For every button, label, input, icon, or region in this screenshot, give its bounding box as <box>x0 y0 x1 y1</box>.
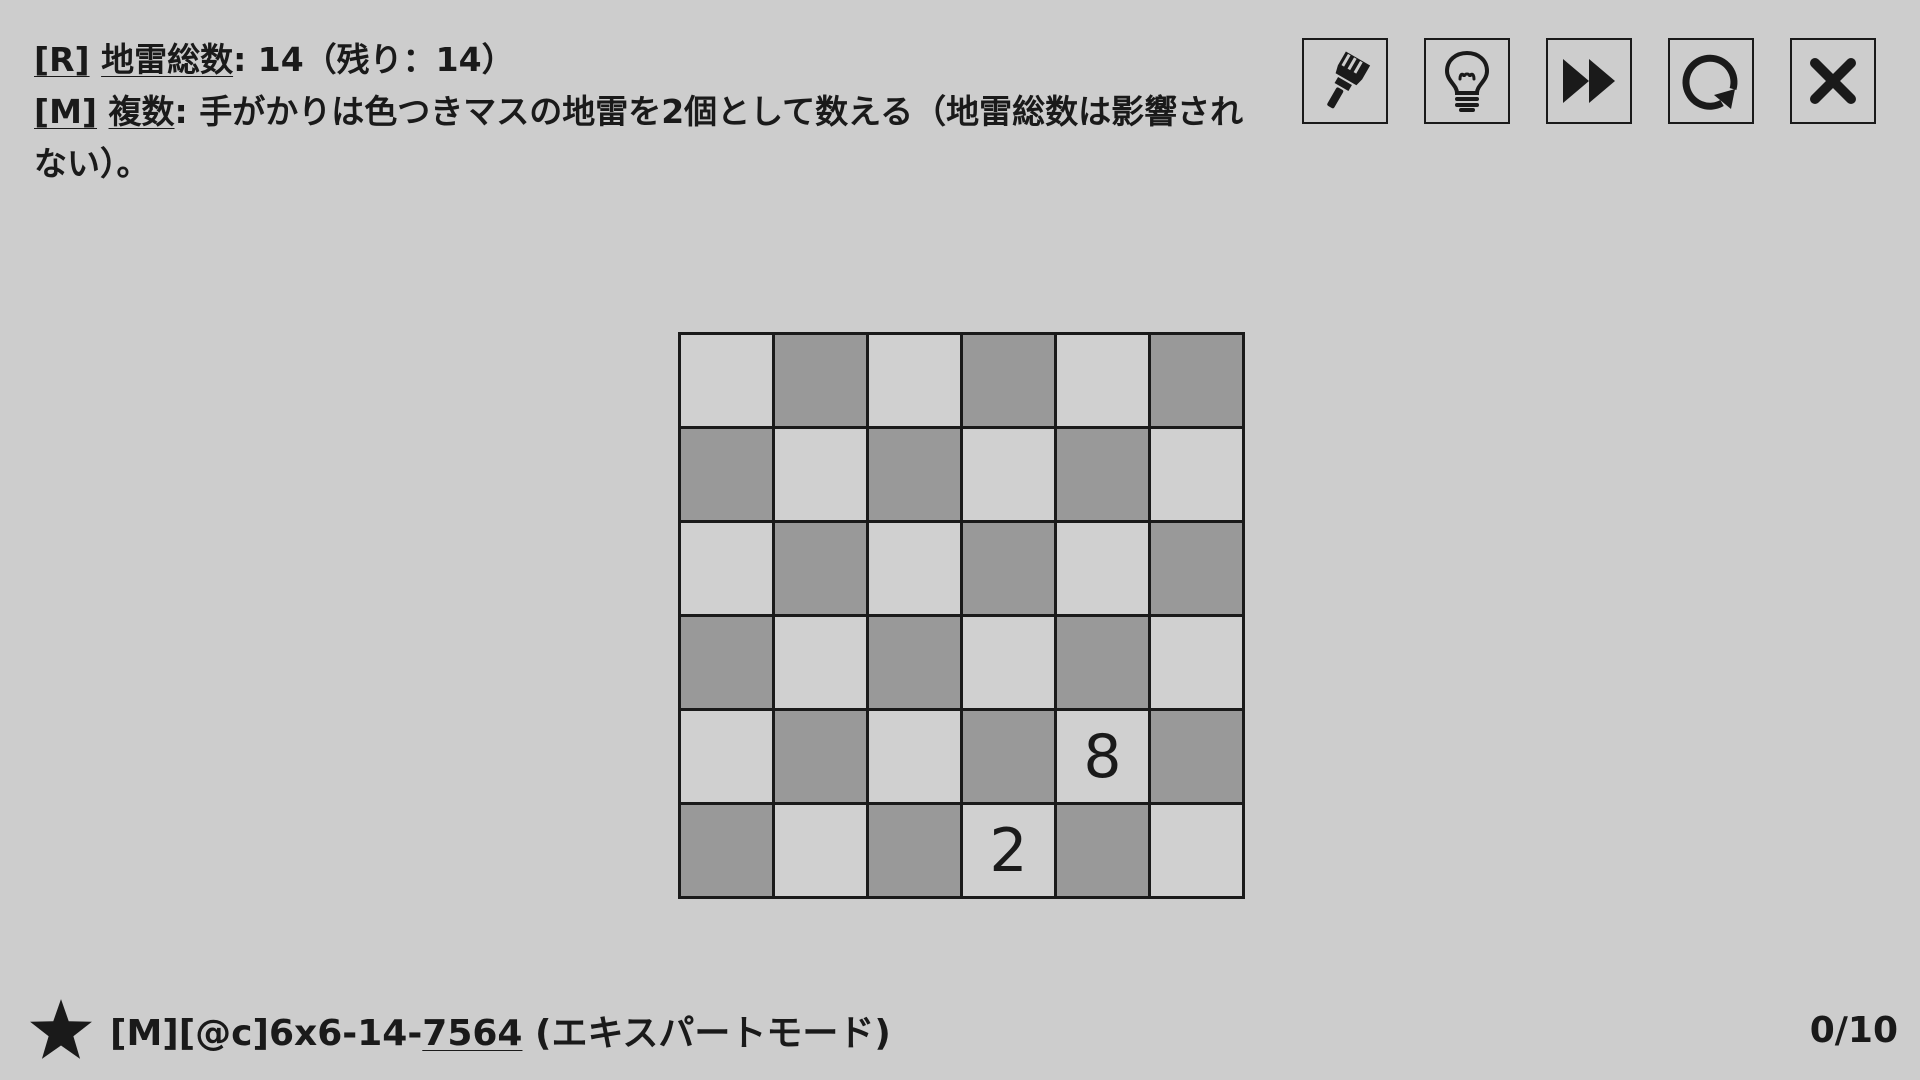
rule-multiple: [M] 複数: 手がかりは色つきマスの地雷を2個として数える（地雷総数は影響され… <box>34 86 1264 190</box>
board-cell-r1-c2[interactable] <box>775 335 869 429</box>
puzzle-number: 7564 <box>422 1013 523 1054</box>
rule-total-mines: [R] 地雷総数: 14（残り：14） <box>34 34 1264 86</box>
board-cell-r1-c6[interactable] <box>1151 335 1245 429</box>
close-icon <box>1810 58 1856 104</box>
board-cell-r6-c5[interactable] <box>1057 805 1151 899</box>
rule-total-mines-text: : 14（残り：14） <box>233 40 515 79</box>
board-cell-r4-c6[interactable] <box>1151 617 1245 711</box>
star-icon[interactable] <box>28 997 94 1063</box>
puzzle-prefix: [M][@c]6x6-14- <box>110 1013 423 1054</box>
close-button[interactable] <box>1790 38 1876 124</box>
board-cell-r1-c5[interactable] <box>1057 335 1151 429</box>
puzzle-id: [M][@c]6x6-14-7564 (エキスパートモード) <box>110 1004 1810 1056</box>
board-cell-r2-c1[interactable] <box>681 429 775 523</box>
board-cell-r4-c4[interactable] <box>963 617 1057 711</box>
board-cell-r3-c2[interactable] <box>775 523 869 617</box>
rule-total-mines-term: 地雷総数 <box>101 40 234 79</box>
board-cell-r6-c2[interactable] <box>775 805 869 899</box>
board-cell-r5-c4[interactable] <box>963 711 1057 805</box>
board-cell-r6-c6[interactable] <box>1151 805 1245 899</box>
rules-panel: [R] 地雷総数: 14（残り：14） [M] 複数: 手がかりは色つきマスの地… <box>34 34 1264 190</box>
rule-multiple-term: 複数 <box>108 92 175 131</box>
board-cell-r2-c6[interactable] <box>1151 429 1245 523</box>
rule-multiple-prefix: [M] <box>34 92 98 131</box>
board-cell-r5-c6[interactable] <box>1151 711 1245 805</box>
board-cell-r3-c3[interactable] <box>869 523 963 617</box>
board-cell-r3-c1[interactable] <box>681 523 775 617</box>
board-cell-r4-c2[interactable] <box>775 617 869 711</box>
board-cell-r6-c4[interactable]: 2 <box>963 805 1057 899</box>
board-cell-r2-c5[interactable] <box>1057 429 1151 523</box>
board-cell-r3-c6[interactable] <box>1151 523 1245 617</box>
board-cell-r2-c2[interactable] <box>775 429 869 523</box>
board-cell-r2-c4[interactable] <box>963 429 1057 523</box>
board-cell-r6-c1[interactable] <box>681 805 775 899</box>
board-cell-r5-c2[interactable] <box>775 711 869 805</box>
skip-button[interactable] <box>1546 38 1632 124</box>
board-cell-r5-c5[interactable]: 8 <box>1057 711 1151 805</box>
board-cell-r5-c3[interactable] <box>869 711 963 805</box>
refresh-icon <box>1682 54 1738 110</box>
footer: [M][@c]6x6-14-7564 (エキスパートモード) 0/10 <box>28 990 1898 1070</box>
brush-button[interactable] <box>1302 38 1388 124</box>
board-cell-r5-c1[interactable] <box>681 711 775 805</box>
board-cell-r2-c3[interactable] <box>869 429 963 523</box>
board-cell-r1-c4[interactable] <box>963 335 1057 429</box>
fast-forward-icon <box>1563 59 1615 103</box>
hint-button[interactable] <box>1424 38 1510 124</box>
board-cell-r3-c4[interactable] <box>963 523 1057 617</box>
progress-counter: 0/10 <box>1809 1009 1898 1051</box>
board-cell-r3-c5[interactable] <box>1057 523 1151 617</box>
board-cell-r4-c3[interactable] <box>869 617 963 711</box>
board-cell-r4-c1[interactable] <box>681 617 775 711</box>
rule-total-mines-prefix: [R] <box>34 40 90 79</box>
toolbar <box>1302 38 1876 124</box>
board-cell-r4-c5[interactable] <box>1057 617 1151 711</box>
reset-button[interactable] <box>1668 38 1754 124</box>
puzzle-mode: (エキスパートモード) <box>522 1013 891 1054</box>
lightbulb-icon <box>1444 50 1490 112</box>
brush-icon <box>1327 51 1371 109</box>
board-cell-r1-c1[interactable] <box>681 335 775 429</box>
rule-multiple-text: : 手がかりは色つきマスの地雷を2個として数える（地雷総数は影響されない）。 <box>34 92 1244 183</box>
board-cell-r6-c3[interactable] <box>869 805 963 899</box>
game-board: 82 <box>678 332 1245 899</box>
board-cell-r1-c3[interactable] <box>869 335 963 429</box>
